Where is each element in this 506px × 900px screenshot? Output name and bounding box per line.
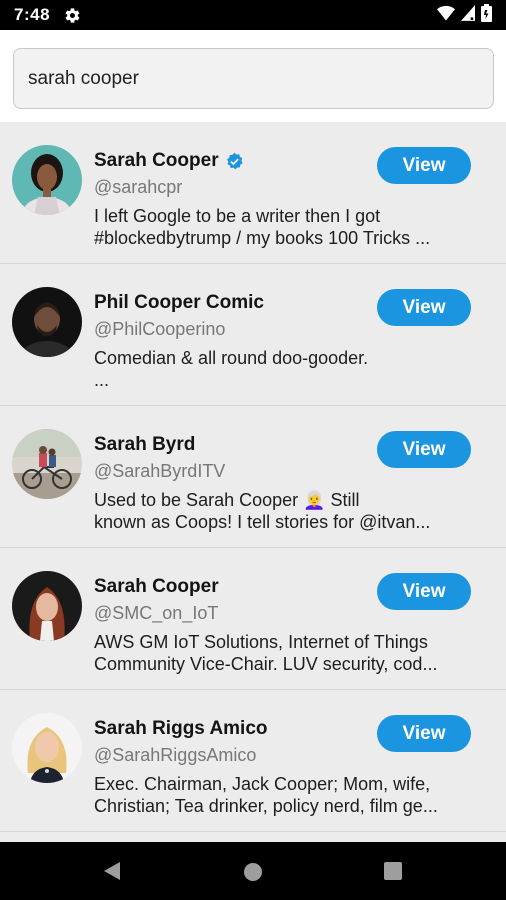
avatar[interactable] [12, 571, 82, 641]
bio-line: Community Vice-Chair. LUV security, cod.… [94, 654, 438, 674]
bio-line: ... [94, 370, 110, 390]
back-icon[interactable] [102, 861, 122, 886]
bio-line: I left Google to be a writer then I got [94, 206, 381, 226]
verified-badge-icon [225, 152, 244, 171]
bio-line: Comedian & all round doo-gooder. [94, 348, 369, 368]
search-area [0, 30, 506, 122]
list-item[interactable]: Sarah Riggs Amico @SarahRiggsAmico Exec.… [0, 690, 506, 832]
status-bar: 7:48 [0, 0, 506, 30]
result-bio: Exec. Chairman, Jack Cooper; Mom, wife, … [94, 773, 472, 817]
view-button[interactable]: View [377, 289, 471, 326]
search-input[interactable] [26, 66, 481, 91]
bio-line: Used to be Sarah Cooper 👩‍🦳 Still [94, 490, 360, 510]
result-bio: AWS GM IoT Solutions, Internet of Things… [94, 631, 472, 675]
recents-icon[interactable] [384, 862, 402, 885]
status-time: 7:48 [14, 5, 51, 24]
view-button[interactable]: View [377, 431, 471, 468]
result-bio: I left Google to be a writer then I got … [94, 205, 472, 249]
signal-icon [461, 4, 475, 26]
result-name[interactable]: Sarah Cooper [94, 150, 219, 172]
bio-line: Christian; Tea drinker, policy nerd, fil… [94, 796, 438, 816]
list-item[interactable]: Sarah Cooper @SMC_on_IoT AWS GM IoT Solu… [0, 548, 506, 690]
avatar[interactable] [12, 287, 82, 357]
view-button[interactable]: View [377, 573, 471, 610]
bio-line: AWS GM IoT Solutions, Internet of Things [94, 632, 428, 652]
avatar[interactable] [12, 429, 82, 499]
bio-line: known as Coops! I tell stories for @itva… [94, 512, 431, 532]
result-name[interactable]: Sarah Cooper [94, 576, 219, 598]
list-item[interactable]: Phil Cooper Comic @PhilCooperino Comedia… [0, 264, 506, 406]
view-button[interactable]: View [377, 147, 471, 184]
view-button[interactable]: View [377, 715, 471, 752]
avatar[interactable] [12, 145, 82, 215]
result-bio: Used to be Sarah Cooper 👩‍🦳 Still known … [94, 489, 472, 533]
gear-icon [64, 7, 81, 24]
search-box[interactable] [13, 48, 494, 109]
battery-icon [481, 3, 492, 27]
result-name[interactable]: Sarah Riggs Amico [94, 718, 268, 740]
home-icon[interactable] [243, 862, 263, 887]
navigation-bar [0, 842, 506, 900]
list-item[interactable]: Sarah Byrd @SarahByrdITV Used to be Sara… [0, 406, 506, 548]
result-name[interactable]: Phil Cooper Comic [94, 292, 264, 314]
bio-line: Exec. Chairman, Jack Cooper; Mom, wife, [94, 774, 431, 794]
avatar[interactable] [12, 713, 82, 783]
results-list[interactable]: Sarah Cooper @sarahcpr I left Google to … [0, 122, 506, 842]
result-name[interactable]: Sarah Byrd [94, 434, 195, 456]
wifi-icon [437, 5, 455, 26]
bio-line: #blockedbytrump / my books 100 Tricks ..… [94, 228, 431, 248]
status-icons [437, 3, 492, 27]
list-item[interactable]: Sarah Cooper @sarahcpr I left Google to … [0, 122, 506, 264]
result-bio: Comedian & all round doo-gooder. ... [94, 347, 472, 391]
